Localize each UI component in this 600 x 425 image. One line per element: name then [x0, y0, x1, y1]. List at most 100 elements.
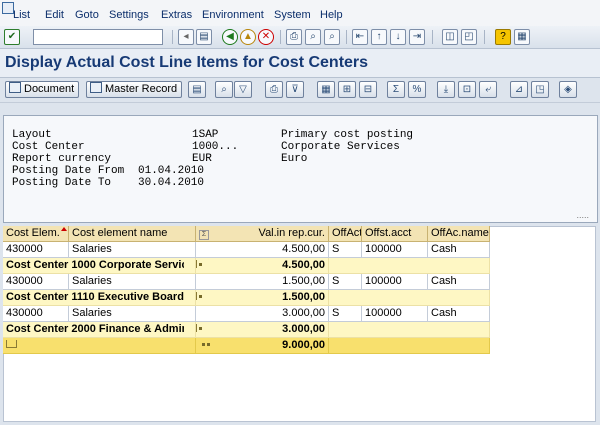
subtotal-label-cell[interactable]: Cost Center 1110 Executive Board — [3, 290, 196, 306]
command-field[interactable] — [33, 29, 163, 45]
grand-total-value-cell[interactable]: 9.000,00 — [196, 338, 329, 354]
choose-layout-icon[interactable]: ▦ — [317, 81, 335, 98]
subtotal-label-cell[interactable]: Cost Center 2000 Finance & Admin. — [3, 322, 196, 338]
change-layout-icon[interactable]: ⊞ — [338, 81, 356, 98]
menu-goto[interactable]: Goto — [75, 9, 99, 21]
print-icon[interactable]: ⎙ — [286, 29, 302, 45]
report-header: Layout 1SAP Primary cost posting Cost Ce… — [3, 115, 598, 223]
spreadsheet-icon[interactable]: ⊡ — [458, 81, 476, 98]
layout-menu-icon[interactable]: ▦ — [514, 29, 530, 45]
cell-offst-acct[interactable]: 100000 — [362, 306, 428, 322]
cell-offact[interactable]: S — [329, 242, 362, 258]
subtotal-row[interactable]: Cost Center 2000 Finance & Admin. 3.000,… — [3, 322, 490, 338]
grand-total-row[interactable]: 9.000,00 — [3, 338, 490, 354]
resize-handle[interactable]: ..... — [576, 210, 589, 220]
back-icon[interactable]: ◀ — [222, 29, 238, 45]
first-page-icon[interactable]: ⇤ — [352, 29, 368, 45]
header-layout-value: 1SAP — [192, 129, 219, 141]
exit-icon[interactable]: ▲ — [240, 29, 256, 45]
last-page-icon[interactable]: ⇥ — [409, 29, 425, 45]
subtotal-value-cell[interactable]: 4.500,00 — [196, 258, 329, 274]
table-row[interactable]: 430000 Salaries 4.500,00 S 100000 Cash — [3, 242, 490, 258]
header-date-to-value: 30.04.2010 — [138, 177, 205, 189]
column-header-offst-acct[interactable]: Offst.acct — [362, 226, 428, 242]
cell-offst-acct[interactable]: 100000 — [362, 242, 428, 258]
separator — [346, 30, 347, 44]
cell-cost-elem[interactable]: 430000 — [3, 306, 69, 322]
next-page-icon[interactable]: ↓ — [390, 29, 406, 45]
previous-icon[interactable]: ◂ — [178, 29, 194, 45]
header-date-to-label: Posting Date To — [12, 177, 112, 189]
shortcut-icon[interactable]: ◰ — [461, 29, 477, 45]
command-input[interactable] — [34, 30, 150, 44]
subtotal-row[interactable]: Cost Center 1110 Executive Board 1.500,0… — [3, 290, 490, 306]
set-filter-icon[interactable]: ⊽ — [286, 81, 304, 98]
abc-analysis-icon[interactable]: ◳ — [531, 81, 549, 98]
cell-value[interactable]: 3.000,00 — [196, 306, 329, 322]
grand-total-empty-cell — [329, 338, 490, 354]
word-processing-icon[interactable]: ⤶ — [479, 81, 497, 98]
menu-help[interactable]: Help — [320, 9, 343, 21]
print-preview-icon[interactable]: ⎙ — [265, 81, 283, 98]
cell-offact[interactable]: S — [329, 274, 362, 290]
previous-page-icon[interactable]: ↑ — [371, 29, 387, 45]
cell-value[interactable]: 4.500,00 — [196, 242, 329, 258]
application-toolbar: Document Master Record ▤ ⌕ ▽ ⎙ ⊽ ▦ ⊞ ⊟ Σ… — [0, 78, 600, 103]
grand-total-label-cell[interactable] — [3, 338, 196, 354]
cell-offact[interactable]: S — [329, 306, 362, 322]
document-button[interactable]: Document — [5, 81, 80, 98]
graphic-icon[interactable]: ◈ — [559, 81, 577, 98]
cell-cost-elem-name[interactable]: Salaries — [69, 274, 196, 290]
cell-cost-elem-name[interactable]: Salaries — [69, 306, 196, 322]
cell-offac-name[interactable]: Cash — [428, 242, 490, 258]
export-icon[interactable]: ⤓ — [437, 81, 455, 98]
save-layout-icon[interactable]: ⊟ — [359, 81, 377, 98]
subtotal-icon[interactable]: % — [408, 81, 426, 98]
subtotal-label-cell[interactable]: Cost Center 1000 Corporate Services — [3, 258, 196, 274]
details-icon[interactable]: ▤ — [188, 81, 206, 98]
find-icon[interactable]: ⌕ — [305, 29, 321, 45]
column-header-cost-elem-name[interactable]: Cost element name — [69, 226, 196, 242]
cell-offst-acct[interactable]: 100000 — [362, 274, 428, 290]
header-currency-desc: Euro — [281, 153, 308, 165]
subtotal-icon — [196, 258, 202, 273]
save-icon[interactable]: ▤ — [196, 29, 212, 45]
column-header-offact[interactable]: OffAct — [329, 226, 362, 242]
create-session-icon[interactable]: ◫ — [442, 29, 458, 45]
subtotal-label: Cost Center 1110 Executive Board — [6, 291, 184, 303]
master-record-button[interactable]: Master Record — [86, 81, 183, 98]
subtotal-value-cell[interactable]: 1.500,00 — [196, 290, 329, 306]
find-next-icon[interactable]: ⌕ — [324, 29, 340, 45]
cell-offac-name[interactable]: Cash — [428, 306, 490, 322]
menu-environment[interactable]: Environment — [202, 9, 264, 21]
column-header-value[interactable]: Σ Val.in rep.cur. — [196, 226, 329, 242]
subtotal-row[interactable]: Cost Center 1000 Corporate Services 4.50… — [3, 258, 490, 274]
sum-icon[interactable]: Σ — [387, 81, 405, 98]
menu-system[interactable]: System — [274, 9, 311, 21]
select-icon[interactable]: ⌕ — [215, 81, 233, 98]
subtotal-value-cell[interactable]: 3.000,00 — [196, 322, 329, 338]
table-row[interactable]: 430000 Salaries 3.000,00 S 100000 Cash — [3, 306, 490, 322]
column-header-offac-name[interactable]: OffAc.name — [428, 226, 490, 242]
cell-value[interactable]: 1.500,00 — [196, 274, 329, 290]
cell-cost-elem[interactable]: 430000 — [3, 242, 69, 258]
display-variant-icon[interactable]: ⊿ — [510, 81, 528, 98]
separator — [484, 30, 485, 44]
enter-icon[interactable]: ✔ — [4, 29, 20, 45]
subtotal-value: 3.000,00 — [282, 323, 325, 335]
sort-indicator-icon — [61, 227, 67, 231]
menu-edit[interactable]: Edit — [45, 9, 64, 21]
menu-extras[interactable]: Extras — [161, 9, 192, 21]
help-icon[interactable]: ? — [495, 29, 511, 45]
table-row[interactable]: 430000 Salaries 1.500,00 S 100000 Cash — [3, 274, 490, 290]
page-title: Display Actual Cost Line Items for Cost … — [5, 54, 369, 71]
menu-settings[interactable]: Settings — [109, 9, 149, 21]
column-header-cost-elem[interactable]: Cost Elem. — [3, 226, 69, 242]
filter-icon[interactable]: ▽ — [234, 81, 252, 98]
sum-column-icon: Σ — [199, 230, 209, 240]
cancel-icon[interactable]: ✕ — [258, 29, 274, 45]
cell-cost-elem[interactable]: 430000 — [3, 274, 69, 290]
cell-cost-elem-name[interactable]: Salaries — [69, 242, 196, 258]
menu-list[interactable]: List — [13, 9, 30, 21]
cell-offac-name[interactable]: Cash — [428, 274, 490, 290]
